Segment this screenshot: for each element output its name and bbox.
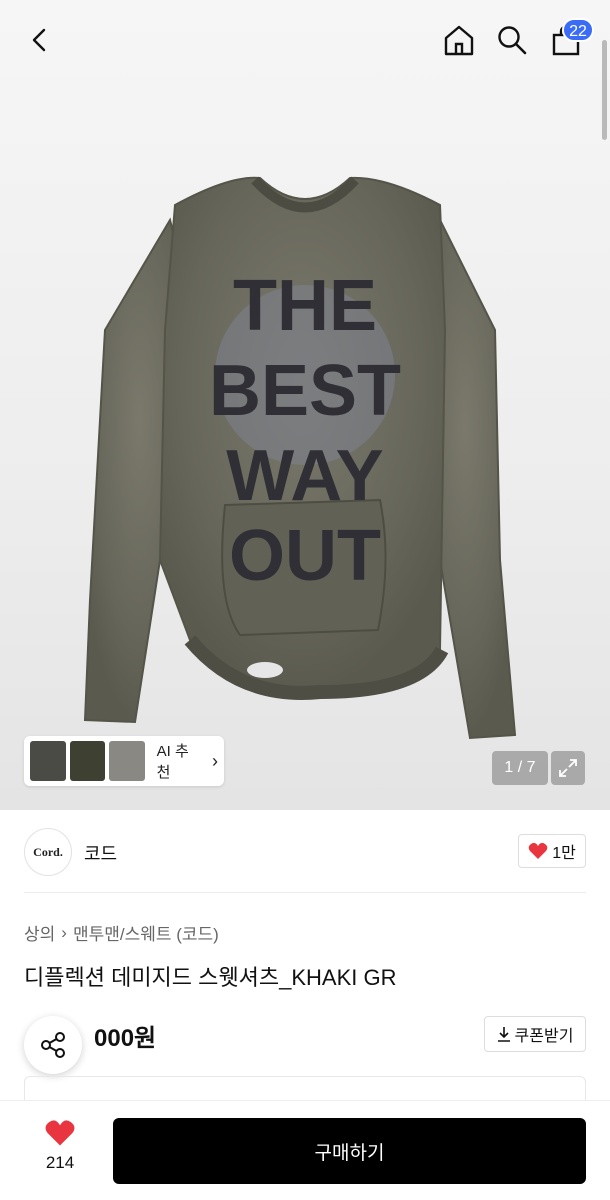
reco-thumbnail: [69, 741, 106, 781]
heart-icon: [528, 842, 548, 859]
buy-button[interactable]: 구매하기: [113, 1118, 586, 1184]
product-photo: THE BEST WAY OUT: [83, 176, 517, 740]
bottom-action-bar: 214 구매하기: [0, 1100, 610, 1200]
breadcrumb-subcategory[interactable]: 맨투맨/스웨트 (코드): [73, 920, 219, 945]
print-line-1: THE: [233, 266, 377, 346]
image-counter: 1 / 7: [492, 751, 548, 785]
chevron-right-icon: ›: [61, 922, 67, 942]
top-navigation-bar: 22: [0, 0, 610, 80]
divider: [24, 892, 586, 893]
search-button[interactable]: [490, 18, 534, 62]
breadcrumb: 상의 › 맨투맨/스웨트 (코드): [24, 920, 219, 945]
chevron-right-icon: ›: [212, 750, 219, 771]
share-icon: [41, 1032, 65, 1058]
chevron-left-icon: [32, 28, 46, 52]
ai-recommend-label: AI 추천: [156, 743, 189, 781]
brand-row: Cord. 코드 1만: [24, 828, 586, 876]
brand-like-count: 1만: [552, 845, 576, 862]
print-line-2: BEST: [209, 351, 401, 431]
back-button[interactable]: [18, 18, 62, 62]
product-like-button[interactable]: 214: [30, 1119, 90, 1183]
home-icon: [444, 25, 474, 56]
download-icon: [497, 1027, 510, 1042]
reco-thumbnail: [109, 741, 145, 781]
product-title: 디플렉션 데미지드 스웻셔츠_KHAKI GR: [24, 965, 397, 990]
print-line-4: OUT: [229, 516, 381, 596]
brand-logo[interactable]: Cord.: [24, 828, 72, 876]
share-button[interactable]: [24, 1016, 82, 1074]
coupon-label: 쿠폰받기: [514, 1028, 574, 1045]
home-button[interactable]: [437, 18, 481, 62]
expand-button[interactable]: [551, 751, 585, 785]
product-like-count: 214: [45, 1153, 75, 1172]
brand-like-button[interactable]: 1만: [518, 834, 586, 868]
search-icon: [498, 26, 527, 55]
print-line-3: WAY: [226, 436, 383, 516]
product-image-gallery[interactable]: THE BEST WAY OUT 22 AI 추천 › 1 / 7: [0, 0, 610, 810]
expand-icon: [559, 759, 577, 777]
ai-recommend-button[interactable]: AI 추천 ›: [24, 736, 224, 786]
coupon-button[interactable]: 쿠폰받기: [484, 1016, 586, 1052]
breadcrumb-category[interactable]: 상의: [24, 920, 55, 945]
scrollbar[interactable]: [602, 40, 607, 140]
heart-icon: [45, 1120, 75, 1146]
cart-count-badge: 22: [562, 18, 594, 42]
reco-thumbnail: [30, 741, 66, 781]
brand-name[interactable]: 코드: [84, 840, 117, 866]
